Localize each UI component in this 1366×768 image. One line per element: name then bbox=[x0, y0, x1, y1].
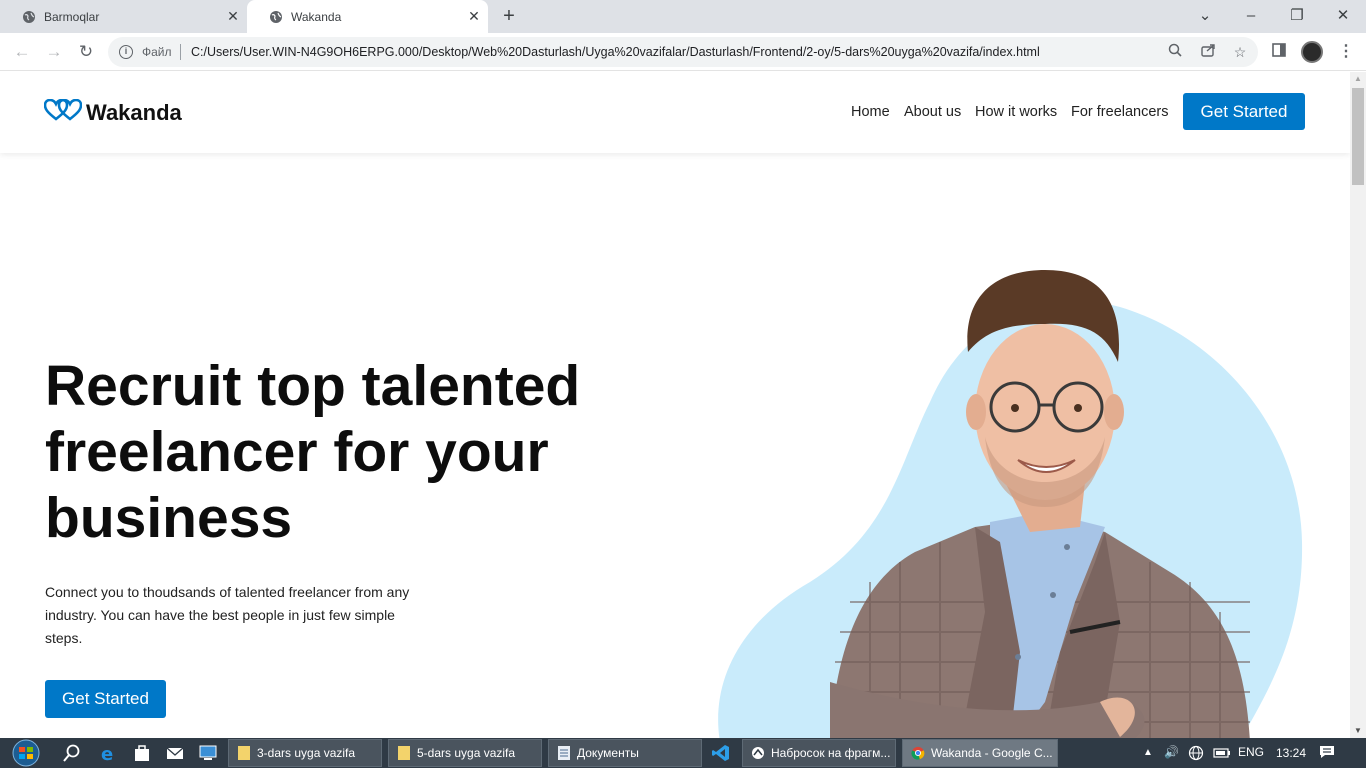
globe-icon bbox=[270, 10, 282, 23]
folder-icon bbox=[238, 746, 250, 760]
search-icon[interactable] bbox=[62, 743, 82, 763]
language-indicator[interactable]: ENG bbox=[1238, 745, 1264, 759]
vscode-icon[interactable] bbox=[711, 743, 731, 763]
address-bar[interactable]: i Файл C:/Users/User.WIN-N4G9OH6ERPG.000… bbox=[108, 37, 1258, 67]
scroll-up-arrow-icon[interactable]: ▲ bbox=[1350, 74, 1366, 84]
logo-text[interactable]: Wakanda bbox=[86, 100, 182, 126]
nav-link-home[interactable]: Home bbox=[851, 104, 890, 120]
taskbar-window-3-dars[interactable]: 3-dars uyga vazifa bbox=[228, 739, 382, 767]
info-icon[interactable]: i bbox=[119, 45, 133, 59]
back-button[interactable]: ← bbox=[12, 42, 32, 62]
new-tab-button[interactable]: + bbox=[499, 6, 519, 26]
tab-wakanda[interactable]: Wakanda ✕ bbox=[247, 0, 488, 33]
divider bbox=[180, 44, 181, 60]
url-scheme-label: Файл bbox=[142, 45, 172, 59]
nav-link-for-freelancers[interactable]: For freelancers bbox=[1071, 104, 1169, 120]
network-globe-icon[interactable] bbox=[1188, 745, 1204, 761]
taskbar-window-snip[interactable]: Набросок на фрагм... bbox=[742, 739, 896, 767]
browser-tab-strip: Barmoqlar ✕ Wakanda ✕ + ⌄ – ❐ ✕ bbox=[0, 0, 1366, 33]
windows-taskbar: e 3-dars uyga vazifa 5-dars uyga vazifa … bbox=[0, 738, 1366, 768]
site-header: Wakanda Home About us How it works For f… bbox=[0, 72, 1350, 153]
remote-desktop-icon[interactable] bbox=[198, 743, 218, 763]
zoom-icon[interactable] bbox=[1166, 43, 1184, 61]
taskbar-window-label: Wakanda - Google C... bbox=[931, 746, 1053, 760]
nav-link-about-us[interactable]: About us bbox=[904, 104, 961, 120]
tab-title: Wakanda bbox=[291, 9, 342, 24]
taskbar-window-chrome[interactable]: Wakanda - Google C... bbox=[902, 739, 1058, 767]
taskbar-clock[interactable]: 13:24 bbox=[1276, 746, 1306, 760]
hero-title: Recruit top talented freelancer for your… bbox=[45, 354, 581, 550]
minimize-button[interactable]: – bbox=[1240, 5, 1262, 27]
snip-icon bbox=[752, 747, 764, 759]
start-button-icon[interactable] bbox=[8, 739, 44, 767]
hero-subtitle: Connect you to thoudsands of talented fr… bbox=[45, 584, 410, 646]
browser-toolbar: ← → ↻ i Файл C:/Users/User.WIN-N4G9OH6ER… bbox=[0, 33, 1366, 71]
profile-avatar[interactable] bbox=[1301, 41, 1323, 63]
taskbar-window-label: Документы bbox=[577, 746, 639, 760]
notification-icon[interactable] bbox=[1318, 744, 1336, 760]
scrollbar-thumb[interactable] bbox=[1352, 88, 1364, 185]
restore-button[interactable]: ❐ bbox=[1286, 5, 1308, 27]
taskbar-window-5-dars[interactable]: 5-dars uyga vazifa bbox=[388, 739, 542, 767]
taskbar-window-label: Набросок на фрагм... bbox=[771, 746, 891, 760]
page-viewport: Wakanda Home About us How it works For f… bbox=[0, 72, 1350, 738]
taskbar-window-documents[interactable]: Документы bbox=[548, 739, 702, 767]
page-scrollbar[interactable]: ▲ ▼ bbox=[1350, 72, 1366, 738]
nav-link-how-it-works[interactable]: How it works bbox=[975, 104, 1057, 120]
tray-overflow-icon[interactable]: ▲ bbox=[1143, 747, 1153, 758]
hero-get-started-button[interactable]: Get Started bbox=[45, 680, 166, 718]
close-tab-icon[interactable]: ✕ bbox=[468, 9, 480, 23]
side-panel-icon[interactable] bbox=[1270, 43, 1288, 61]
close-window-button[interactable]: ✕ bbox=[1332, 5, 1354, 27]
bookmark-star-icon[interactable]: ☆ bbox=[1231, 43, 1249, 61]
scroll-down-arrow-icon[interactable]: ▼ bbox=[1350, 726, 1366, 736]
double-heart-logo-icon bbox=[44, 99, 82, 121]
store-icon[interactable] bbox=[132, 743, 152, 763]
tab-title: Barmoqlar bbox=[44, 9, 100, 24]
taskbar-window-label: 3-dars uyga vazifa bbox=[257, 746, 356, 760]
forward-button[interactable]: → bbox=[44, 42, 64, 62]
tab-search-icon[interactable]: ⌄ bbox=[1194, 5, 1216, 27]
folder-icon bbox=[398, 746, 410, 760]
chrome-icon bbox=[911, 746, 925, 760]
battery-icon[interactable] bbox=[1213, 747, 1231, 759]
header-get-started-button[interactable]: Get Started bbox=[1183, 93, 1305, 130]
taskbar-window-label: 5-dars uyga vazifa bbox=[417, 746, 516, 760]
tab-barmoqlar[interactable]: Barmoqlar ✕ bbox=[0, 0, 247, 33]
share-icon[interactable] bbox=[1199, 43, 1217, 61]
url-text[interactable]: C:/Users/User.WIN-N4G9OH6ERPG.000/Deskto… bbox=[191, 45, 1040, 59]
document-icon bbox=[558, 746, 570, 760]
volume-icon[interactable]: 🔊 bbox=[1164, 745, 1179, 759]
svg-text:e: e bbox=[101, 744, 113, 763]
globe-icon bbox=[23, 10, 35, 23]
browser-menu-icon[interactable]: ⋮ bbox=[1338, 42, 1354, 62]
close-tab-icon[interactable]: ✕ bbox=[227, 9, 239, 23]
reload-button[interactable]: ↻ bbox=[76, 42, 96, 62]
edge-browser-icon[interactable]: e bbox=[99, 743, 119, 763]
mail-icon[interactable] bbox=[165, 743, 185, 763]
hero-illustration bbox=[718, 270, 1303, 738]
